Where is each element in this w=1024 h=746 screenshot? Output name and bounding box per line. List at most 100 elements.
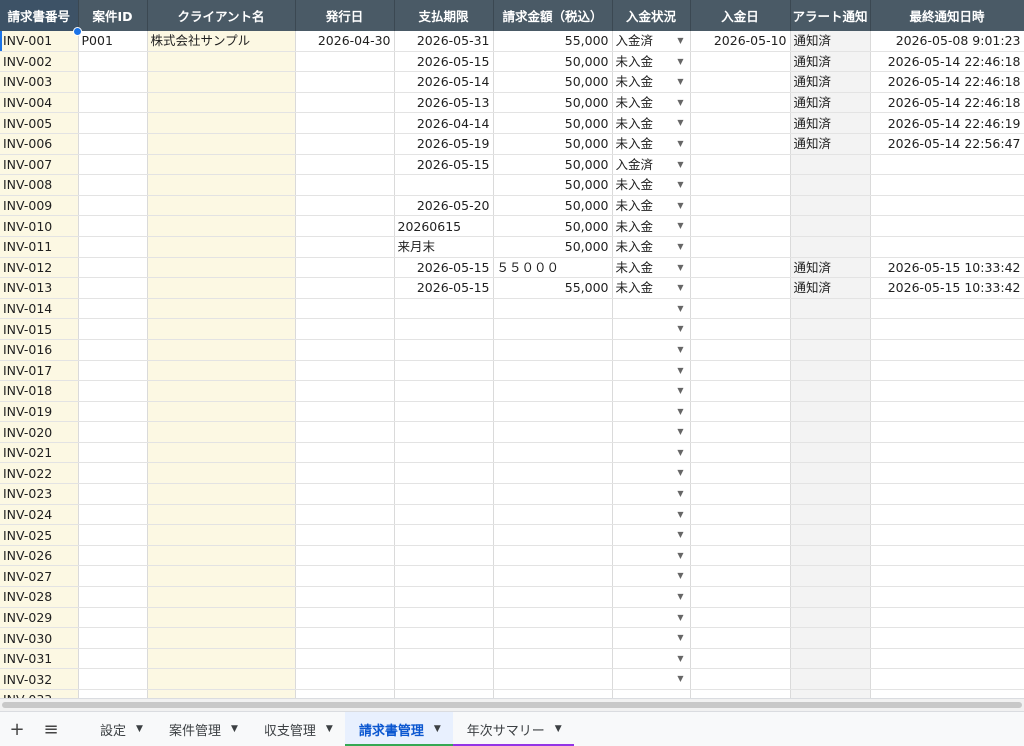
dropdown-arrow-icon[interactable]: ▼: [677, 608, 683, 627]
cell-project-id[interactable]: [78, 154, 148, 176]
cell-invoice-no[interactable]: INV-023: [0, 483, 79, 505]
cell-client-name[interactable]: [147, 71, 296, 93]
cell-last-notified[interactable]: [870, 483, 1024, 505]
cell-project-id[interactable]: [78, 648, 148, 670]
cell-alert[interactable]: [790, 504, 871, 526]
cell-alert[interactable]: [790, 318, 871, 340]
cell-alert[interactable]: [790, 174, 871, 196]
cell-alert[interactable]: 通知済: [790, 257, 871, 279]
cell-due-date[interactable]: 2026-05-15: [394, 51, 494, 73]
cell-project-id[interactable]: [78, 545, 148, 567]
header-invoice-no[interactable]: 請求書番号: [0, 0, 79, 31]
cell-issue-date[interactable]: [295, 648, 395, 670]
cell-issue-date[interactable]: [295, 174, 395, 196]
cell-payment-date[interactable]: [690, 236, 791, 258]
cell-alert[interactable]: [790, 524, 871, 546]
cell-client-name[interactable]: [147, 236, 296, 258]
cell-payment-status[interactable]: 未入金 ▼: [612, 112, 691, 134]
cell-client-name[interactable]: [147, 112, 296, 134]
cell-amount[interactable]: [493, 607, 613, 629]
cell-payment-status[interactable]: ▼: [612, 442, 691, 464]
cell-payment-date[interactable]: [690, 504, 791, 526]
cell-last-notified[interactable]: [870, 607, 1024, 629]
cell-payment-date[interactable]: [690, 318, 791, 340]
cell-last-notified[interactable]: [870, 215, 1024, 237]
cell-payment-date[interactable]: [690, 195, 791, 217]
cell-amount[interactable]: 50,000: [493, 154, 613, 176]
cell-payment-date[interactable]: [690, 442, 791, 464]
dropdown-arrow-icon[interactable]: ▼: [677, 484, 683, 503]
cell-issue-date[interactable]: [295, 586, 395, 608]
cell-due-date[interactable]: 来月末: [394, 236, 494, 258]
selection-handle[interactable]: [73, 27, 82, 36]
cell-amount[interactable]: [493, 586, 613, 608]
cell-client-name[interactable]: [147, 92, 296, 114]
cell-amount[interactable]: [493, 545, 613, 567]
cell-invoice-no[interactable]: INV-009: [0, 195, 79, 217]
cell-amount[interactable]: [493, 380, 613, 402]
cell-amount[interactable]: 50,000: [493, 92, 613, 114]
cell-invoice-no[interactable]: INV-013: [0, 277, 79, 299]
cell-payment-status[interactable]: ▼: [612, 360, 691, 382]
cell-invoice-no[interactable]: INV-012: [0, 257, 79, 279]
cell-payment-date[interactable]: [690, 689, 791, 698]
header-due-date[interactable]: 支払期限: [394, 0, 494, 31]
cell-client-name[interactable]: [147, 483, 296, 505]
cell-project-id[interactable]: [78, 112, 148, 134]
cell-project-id[interactable]: [78, 627, 148, 649]
cell-issue-date[interactable]: [295, 421, 395, 443]
cell-client-name[interactable]: [147, 257, 296, 279]
cell-project-id[interactable]: [78, 607, 148, 629]
dropdown-arrow-icon[interactable]: ▼: [677, 443, 683, 462]
cell-due-date[interactable]: [394, 483, 494, 505]
cell-client-name[interactable]: [147, 174, 296, 196]
cell-issue-date[interactable]: [295, 524, 395, 546]
cell-last-notified[interactable]: [870, 627, 1024, 649]
dropdown-arrow-icon[interactable]: ▼: [677, 278, 683, 297]
cell-alert[interactable]: [790, 236, 871, 258]
cell-payment-date[interactable]: [690, 257, 791, 279]
cell-payment-status[interactable]: 未入金 ▼: [612, 277, 691, 299]
cell-amount[interactable]: [493, 483, 613, 505]
spreadsheet-grid[interactable]: 請求書番号 案件ID クライアント名 発行日 支払期限 請求金額（税込） 入金状…: [0, 0, 1024, 698]
cell-payment-status[interactable]: ▼: [612, 524, 691, 546]
cell-payment-status[interactable]: ▼: [612, 421, 691, 443]
chevron-down-icon[interactable]: ▼: [136, 724, 143, 734]
cell-due-date[interactable]: 2026-05-13: [394, 92, 494, 114]
cell-project-id[interactable]: [78, 586, 148, 608]
chevron-down-icon[interactable]: ▼: [555, 724, 562, 734]
cell-invoice-no[interactable]: INV-031: [0, 648, 79, 670]
cell-alert[interactable]: [790, 380, 871, 402]
cell-project-id[interactable]: [78, 421, 148, 443]
cell-last-notified[interactable]: [870, 174, 1024, 196]
cell-payment-status[interactable]: ▼: [612, 318, 691, 340]
dropdown-arrow-icon[interactable]: ▼: [677, 299, 683, 318]
cell-client-name[interactable]: [147, 51, 296, 73]
cell-last-notified[interactable]: [870, 565, 1024, 588]
cell-payment-date[interactable]: [690, 51, 791, 73]
dropdown-arrow-icon[interactable]: ▼: [677, 402, 683, 421]
header-issue-date[interactable]: 発行日: [295, 0, 395, 31]
cell-payment-status[interactable]: 入金済 ▼: [612, 31, 691, 52]
cell-payment-status[interactable]: ▼: [612, 298, 691, 320]
cell-issue-date[interactable]: [295, 442, 395, 464]
cell-last-notified[interactable]: [870, 504, 1024, 526]
cell-issue-date[interactable]: 2026-04-30: [295, 31, 395, 52]
cell-payment-status[interactable]: ▼: [612, 545, 691, 567]
cell-due-date[interactable]: [394, 380, 494, 402]
cell-due-date[interactable]: [394, 524, 494, 546]
cell-project-id[interactable]: [78, 318, 148, 340]
cell-client-name[interactable]: [147, 565, 296, 588]
cell-alert[interactable]: 通知済: [790, 133, 871, 155]
cell-last-notified[interactable]: 2026-05-14 22:56:47: [870, 133, 1024, 155]
cell-invoice-no[interactable]: INV-027: [0, 565, 79, 588]
cell-invoice-no[interactable]: INV-021: [0, 442, 79, 464]
cell-issue-date[interactable]: [295, 71, 395, 93]
cell-issue-date[interactable]: [295, 462, 395, 485]
cell-payment-status[interactable]: ▼: [612, 627, 691, 649]
dropdown-arrow-icon[interactable]: ▼: [677, 525, 683, 544]
add-sheet-icon[interactable]: +: [0, 719, 34, 740]
cell-amount[interactable]: [493, 648, 613, 670]
cell-project-id[interactable]: [78, 689, 148, 698]
cell-alert[interactable]: [790, 627, 871, 649]
